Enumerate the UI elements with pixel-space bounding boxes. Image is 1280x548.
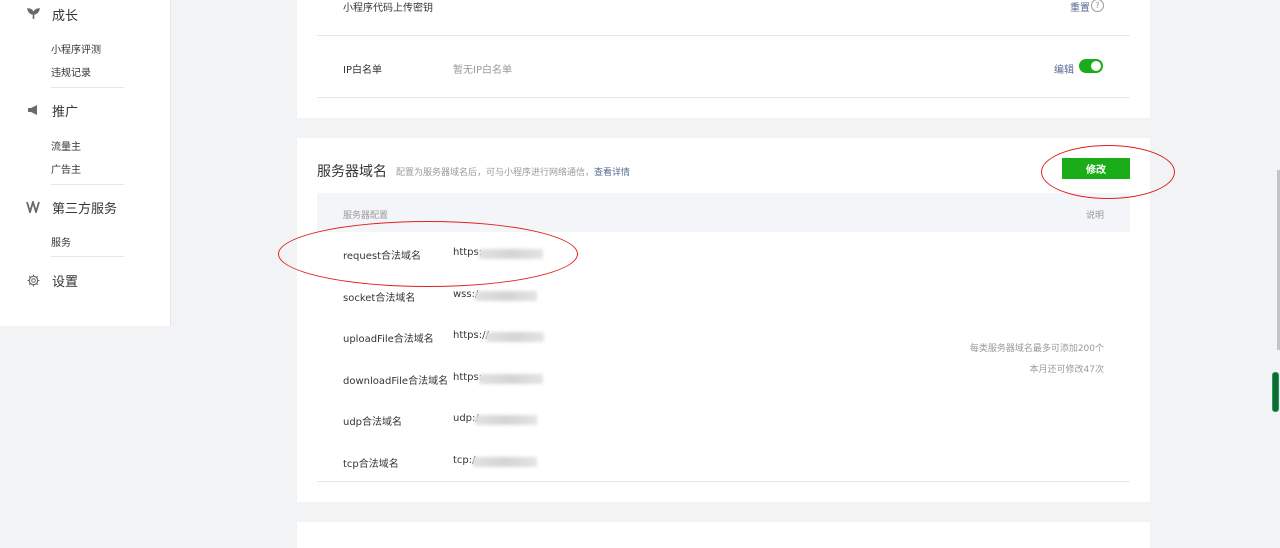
row-download-value: https: (453, 372, 483, 383)
dev-settings-card: 小程序代码上传密钥 重置 ? IP白名单 暂无IP白名单 编辑 (297, 0, 1150, 118)
ip-whitelist-value: 暂无IP白名单 (453, 65, 512, 76)
reset-link[interactable]: 重置 (1070, 0, 1090, 14)
sidebar-item-evaluation[interactable]: 小程序评测 (51, 41, 101, 56)
sidebar-group-label: 成长 (52, 8, 79, 24)
row-socket-name: socket合法域名 (343, 293, 416, 304)
sidebar-group-third-party[interactable]: 第三方服务 (26, 197, 117, 217)
row-upload-value: https:// (453, 330, 489, 341)
divider (317, 35, 1130, 36)
sidebar: 成长 小程序评测 违规记录 推广 流量主 广告主 第三方服务 服务 设置 (0, 0, 171, 326)
sidebar-group-label: 推广 (52, 104, 79, 120)
sidebar-group-label: 第三方服务 (52, 201, 118, 217)
redacted-value (479, 374, 543, 384)
row-request-value: https: (453, 247, 483, 258)
sidebar-group-growth[interactable]: 成长 (26, 4, 78, 24)
next-section-card (297, 522, 1150, 548)
redacted-value (475, 415, 537, 425)
divider (51, 87, 124, 88)
row-upload-name: uploadFile合法域名 (343, 334, 434, 345)
row-request-name: request合法域名 (343, 251, 422, 262)
row-download-name: downloadFile合法域名 (343, 376, 449, 387)
divider (51, 184, 124, 185)
row-udp-name: udp合法域名 (343, 417, 403, 428)
col-header-config: 服务器配置 (343, 211, 389, 221)
sidebar-item-advertiser[interactable]: 广告主 (51, 161, 81, 176)
ip-whitelist-label: IP白名单 (343, 65, 382, 76)
ip-edit-link[interactable]: 编辑 (1054, 61, 1074, 76)
server-domain-title: 服务器域名 (317, 164, 387, 180)
redacted-value (475, 291, 537, 301)
sidebar-item-services[interactable]: 服务 (51, 234, 71, 249)
third-party-icon (26, 200, 40, 214)
server-domain-card: 服务器域名 配置为服务器域名后，可与小程序进行网络通信，查看详情 修改 服务器配… (297, 138, 1150, 502)
divider (317, 97, 1130, 98)
note-limit: 每类服务器域名最多可添加200个 (969, 344, 1104, 354)
sidebar-group-promotion[interactable]: 推广 (26, 100, 78, 120)
sidebar-group-settings[interactable]: 设置 (26, 270, 78, 290)
col-header-desc: 说明 (1085, 211, 1104, 221)
row-tcp-name: tcp合法域名 (343, 459, 399, 470)
table-header: 服务器配置 说明 (317, 193, 1130, 232)
modify-button[interactable]: 修改 (1062, 158, 1130, 179)
divider (51, 256, 124, 257)
ip-whitelist-toggle[interactable] (1079, 59, 1103, 73)
sidebar-item-traffic-owner[interactable]: 流量主 (51, 138, 81, 153)
gear-icon (26, 273, 40, 287)
help-icon[interactable]: ? (1091, 0, 1104, 12)
view-details-link[interactable]: 查看详情 (594, 168, 630, 178)
sprout-icon (26, 7, 40, 21)
sidebar-item-violations[interactable]: 违规记录 (51, 64, 91, 79)
server-domain-desc: 配置为服务器域名后，可与小程序进行网络通信，查看详情 (396, 165, 630, 178)
scrollbar-thumb[interactable] (1272, 372, 1279, 412)
redacted-value (473, 457, 537, 467)
upload-secret-label: 小程序代码上传密钥 (343, 3, 433, 14)
redacted-value (486, 332, 544, 342)
divider (317, 481, 1130, 482)
megaphone-icon (26, 103, 40, 117)
desc-text: 配置为服务器域名后，可与小程序进行网络通信， (396, 168, 595, 178)
redacted-value (479, 249, 543, 259)
note-remaining: 本月还可修改47次 (1029, 365, 1104, 375)
sidebar-group-label: 设置 (52, 274, 79, 290)
